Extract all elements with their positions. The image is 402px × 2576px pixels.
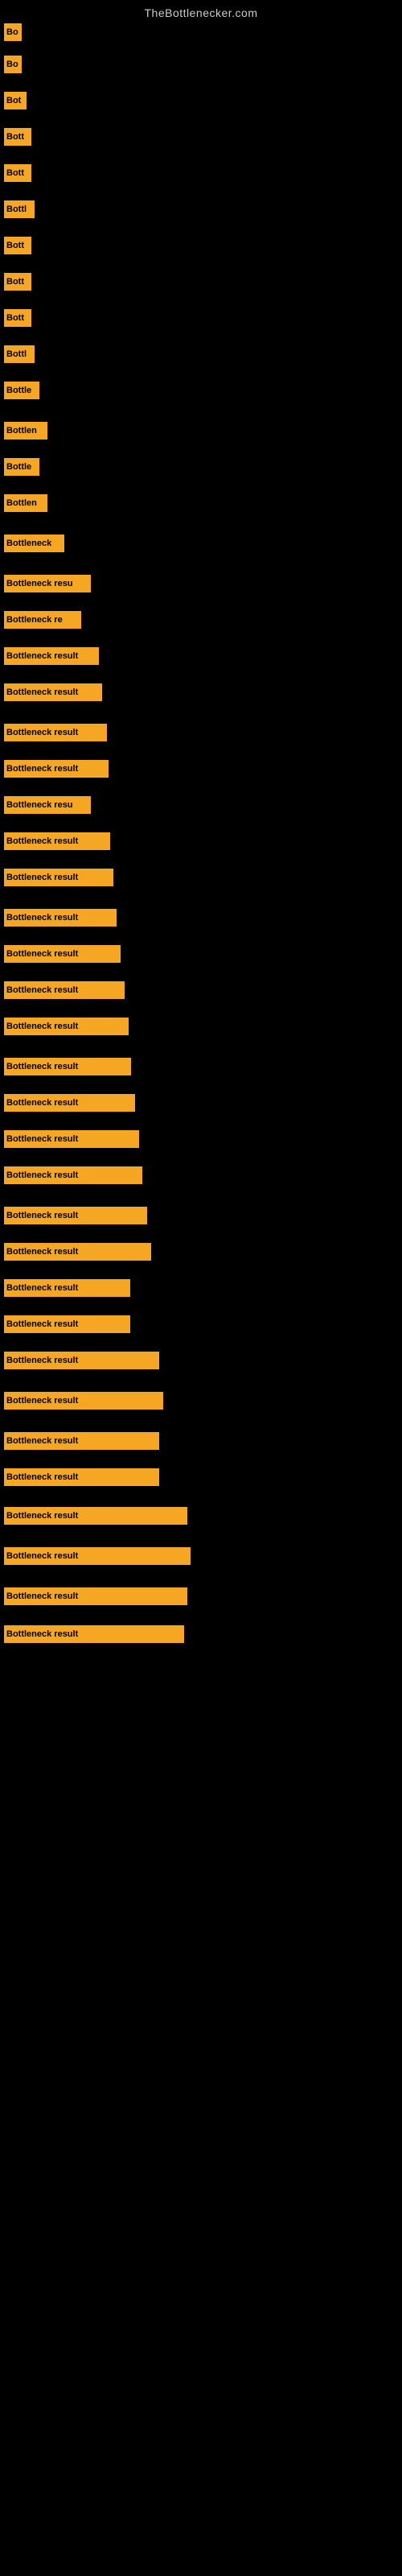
bar-row: Bott (4, 125, 31, 149)
bar-label: Bottleneck result (4, 683, 102, 701)
bar-row: Bottl (4, 197, 35, 221)
bar-row: Bottleneck re (4, 608, 81, 632)
bar-label: Bottl (4, 345, 35, 363)
bar-label: Bottleneck re (4, 611, 81, 629)
bar-label: Bottleneck result (4, 1507, 187, 1525)
bar-label: Bottleneck result (4, 1547, 191, 1565)
bar-row: Bottleneck result (4, 1091, 135, 1115)
bar-row: Bott (4, 306, 31, 330)
bar-row: Bottl (4, 342, 35, 366)
bar-row: Bottleneck result (4, 720, 107, 745)
bar-label: Bottleneck result (4, 1468, 159, 1486)
bar-label: Bottl (4, 200, 35, 218)
bar-row: Bottleneck result (4, 757, 109, 781)
bar-label: Bottleneck result (4, 760, 109, 778)
bar-row: Bo (4, 20, 22, 44)
bar-label: Bottleneck result (4, 1352, 159, 1369)
bar-row: Bottleneck result (4, 1055, 131, 1079)
bar-label: Bottleneck result (4, 647, 99, 665)
bar-label: Bottleneck result (4, 1094, 135, 1112)
bar-row: Bottleneck resu (4, 793, 91, 817)
bar-row: Bottleneck result (4, 829, 110, 853)
bar-row: Bottleneck result (4, 1389, 163, 1413)
bar-label: Bottleneck (4, 535, 64, 552)
bar-row: Bottleneck result (4, 1240, 151, 1264)
bar-row: Bottleneck result (4, 906, 117, 930)
bar-label: Bottlen (4, 494, 47, 512)
bar-label: Bott (4, 273, 31, 291)
bar-label: Bottleneck result (4, 1432, 159, 1450)
bar-row: Bottleneck result (4, 1429, 159, 1453)
bar-label: Bottleneck result (4, 1243, 151, 1261)
bar-row: Bottleneck result (4, 644, 99, 668)
bar-label: Bot (4, 92, 27, 109)
site-title: TheBottlenecker.com (0, 0, 402, 23)
bar-label: Bottleneck result (4, 1315, 130, 1333)
bar-label: Bottleneck result (4, 1625, 184, 1643)
bar-label: Bottleneck result (4, 1058, 131, 1075)
bar-row: Bo (4, 52, 22, 76)
bar-label: Bott (4, 128, 31, 146)
bar-row: Bottleneck result (4, 1014, 129, 1038)
bar-label: Bottleneck result (4, 1166, 142, 1184)
bar-row: Bottleneck result (4, 865, 113, 890)
bar-row: Bottleneck result (4, 1622, 184, 1646)
bar-row: Bottleneck result (4, 680, 102, 704)
bar-row: Bottleneck (4, 531, 64, 555)
bar-label: Bottle (4, 458, 39, 476)
bar-row: Bottleneck result (4, 1584, 187, 1608)
bar-label: Bo (4, 56, 22, 73)
bar-row: Bottleneck result (4, 1276, 130, 1300)
bar-label: Bottleneck result (4, 909, 117, 927)
bar-label: Bottleneck result (4, 832, 110, 850)
bar-label: Bottleneck resu (4, 796, 91, 814)
bar-row: Bottleneck result (4, 1203, 147, 1228)
bar-label: Bottleneck result (4, 1130, 139, 1148)
bar-label: Bott (4, 164, 31, 182)
bar-row: Bottleneck result (4, 978, 125, 1002)
bar-row: Bottle (4, 455, 39, 479)
bar-row: Bottleneck resu (4, 572, 91, 596)
bar-label: Bottleneck result (4, 869, 113, 886)
bar-row: Bottleneck result (4, 1127, 139, 1151)
bar-row: Bottleneck result (4, 1312, 130, 1336)
bar-row: Bottle (4, 378, 39, 402)
bar-label: Bottleneck result (4, 1279, 130, 1297)
bar-label: Bottleneck result (4, 981, 125, 999)
bar-row: Bottlen (4, 491, 47, 515)
bar-label: Bottle (4, 382, 39, 399)
bar-label: Bo (4, 23, 22, 41)
bar-row: Bottleneck result (4, 942, 121, 966)
bar-label: Bottleneck result (4, 945, 121, 963)
bar-row: Bottlen (4, 419, 47, 443)
bar-row: Bottleneck result (4, 1465, 159, 1489)
bar-row: Bott (4, 233, 31, 258)
bar-row: Bottleneck result (4, 1544, 191, 1568)
bar-label: Bottleneck result (4, 1392, 163, 1410)
bar-label: Bottleneck resu (4, 575, 91, 592)
bar-label: Bottleneck result (4, 1018, 129, 1035)
bar-row: Bott (4, 270, 31, 294)
bar-label: Bottleneck result (4, 1207, 147, 1224)
bar-label: Bott (4, 237, 31, 254)
bar-row: Bottleneck result (4, 1348, 159, 1373)
bar-label: Bottleneck result (4, 724, 107, 741)
bar-label: Bottlen (4, 422, 47, 440)
bar-label: Bottleneck result (4, 1587, 187, 1605)
bar-row: Bott (4, 161, 31, 185)
bar-label: Bott (4, 309, 31, 327)
bar-row: Bot (4, 89, 27, 113)
bar-row: Bottleneck result (4, 1163, 142, 1187)
bar-row: Bottleneck result (4, 1504, 187, 1528)
